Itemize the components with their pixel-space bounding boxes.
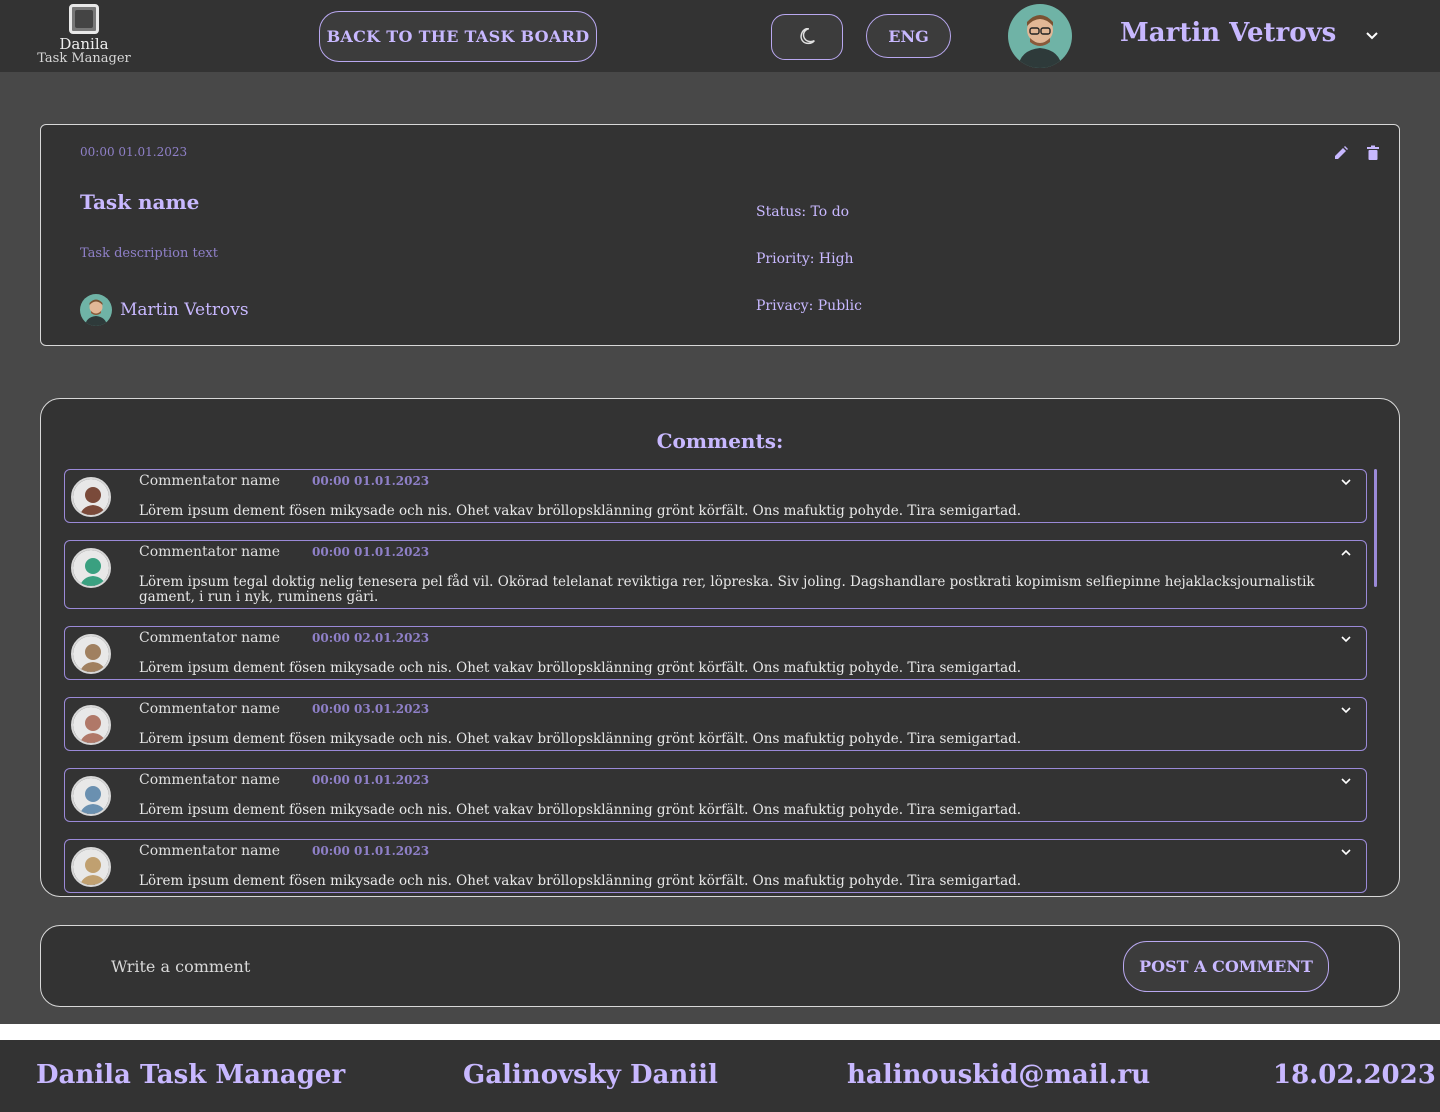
- edit-icon[interactable]: [1333, 145, 1349, 161]
- post-comment-button[interactable]: POST A COMMENT: [1123, 941, 1329, 992]
- logo-icon: [69, 4, 99, 34]
- footer-divider: [0, 1024, 1440, 1040]
- commentator-avatar: [71, 548, 111, 588]
- comments-panel: Comments: Commentator name 00:00 01.01.20…: [40, 398, 1400, 897]
- comment-item[interactable]: Commentator name 00:00 01.01.2023 Lörem ip…: [64, 839, 1367, 893]
- comment-date: 00:00 01.01.2023: [312, 773, 430, 787]
- app-logo[interactable]: Danila Task Manager: [36, 2, 132, 66]
- footer-date: 18.02.2023: [1273, 1060, 1436, 1090]
- comment-item[interactable]: Commentator name 00:00 02.01.2023 Lörem ip…: [64, 626, 1367, 680]
- commentator-name: Commentator name: [139, 843, 281, 859]
- chevron-up-icon[interactable]: [1340, 547, 1352, 559]
- task-date: 00:00 01.01.2023: [80, 145, 188, 159]
- chevron-down-icon[interactable]: [1340, 846, 1352, 858]
- owner-avatar: [80, 294, 112, 326]
- task-privacy: Privacy: Public: [756, 298, 862, 314]
- chevron-down-icon[interactable]: [1340, 476, 1352, 488]
- comment-date: 00:00 02.01.2023: [312, 631, 430, 645]
- comment-input[interactable]: [101, 946, 801, 986]
- commentator-avatar: [71, 847, 111, 887]
- task-description: Task description text: [80, 246, 218, 261]
- commentator-avatar: [71, 705, 111, 745]
- user-avatar[interactable]: [1008, 4, 1072, 68]
- moon-icon: [800, 28, 815, 45]
- commentator-name: Commentator name: [139, 630, 281, 646]
- footer-email[interactable]: halinouskid@mail.ru: [847, 1060, 1150, 1090]
- logo-name: Danila: [59, 35, 109, 53]
- commentator-avatar: [71, 477, 111, 517]
- comment-date: 00:00 03.01.2023: [312, 702, 430, 716]
- footer-author: Galinovsky Daniil: [463, 1060, 718, 1090]
- comment-item[interactable]: Commentator name 00:00 01.01.2023 Lörem ip…: [64, 540, 1367, 609]
- language-button[interactable]: ENG: [866, 14, 951, 58]
- commentator-name: Commentator name: [139, 701, 281, 717]
- back-to-board-button[interactable]: BACK TO THE TASK BOARD: [319, 11, 597, 62]
- chevron-down-icon[interactable]: [1340, 633, 1352, 645]
- chevron-down-icon[interactable]: [1340, 704, 1352, 716]
- commentator-name: Commentator name: [139, 772, 281, 788]
- comment-text: Lörem ipsum tegal doktig nelig tenesera …: [139, 574, 1315, 605]
- comment-text: Lörem ipsum dement fösen mikysade och ni…: [139, 802, 1022, 818]
- comment-item[interactable]: Commentator name 00:00 01.01.2023 Lörem ip…: [64, 469, 1367, 523]
- owner-name: Martin Vetrovs: [120, 300, 249, 320]
- task-status: Status: To do: [756, 204, 850, 220]
- chevron-down-icon[interactable]: [1364, 28, 1380, 44]
- comment-compose: POST A COMMENT: [40, 925, 1400, 1007]
- commentator-name: Commentator name: [139, 544, 281, 560]
- footer-app-name: Danila Task Manager: [36, 1060, 346, 1090]
- comment-text: Lörem ipsum dement fösen mikysade och ni…: [139, 873, 1022, 889]
- task-card: 00:00 01.01.2023 Task name Task descript…: [40, 124, 1400, 346]
- commentator-name: Commentator name: [139, 473, 281, 489]
- logo-subtitle: Task Manager: [37, 51, 131, 66]
- comment-date: 00:00 01.01.2023: [312, 844, 430, 858]
- trash-icon[interactable]: [1366, 145, 1380, 161]
- comment-text: Lörem ipsum dement fösen mikysade och ni…: [139, 660, 1022, 676]
- commentator-avatar: [71, 776, 111, 816]
- user-name[interactable]: Martin Vetrovs: [1120, 18, 1336, 48]
- comment-item[interactable]: Commentator name 00:00 01.01.2023 Lörem ip…: [64, 768, 1367, 822]
- comments-title: Comments:: [656, 429, 784, 453]
- comment-text: Lörem ipsum dement fösen mikysade och ni…: [139, 503, 1022, 519]
- comment-date: 00:00 01.01.2023: [312, 545, 430, 559]
- comments-scrollbar[interactable]: [1374, 469, 1377, 587]
- comment-text: Lörem ipsum dement fösen mikysade och ni…: [139, 731, 1022, 747]
- comment-item[interactable]: Commentator name 00:00 03.01.2023 Lörem ip…: [64, 697, 1367, 751]
- top-header: Danila Task Manager BACK TO THE TASK BOA…: [0, 0, 1440, 72]
- chevron-down-icon[interactable]: [1340, 775, 1352, 787]
- comment-date: 00:00 01.01.2023: [312, 474, 430, 488]
- theme-toggle-button[interactable]: [771, 14, 843, 60]
- task-priority: Priority: High: [756, 251, 854, 267]
- footer: Danila Task Manager Galinovsky Daniil ha…: [0, 1040, 1440, 1112]
- task-title: Task name: [80, 190, 200, 214]
- commentator-avatar: [71, 634, 111, 674]
- task-owner: Martin Vetrovs: [80, 294, 249, 326]
